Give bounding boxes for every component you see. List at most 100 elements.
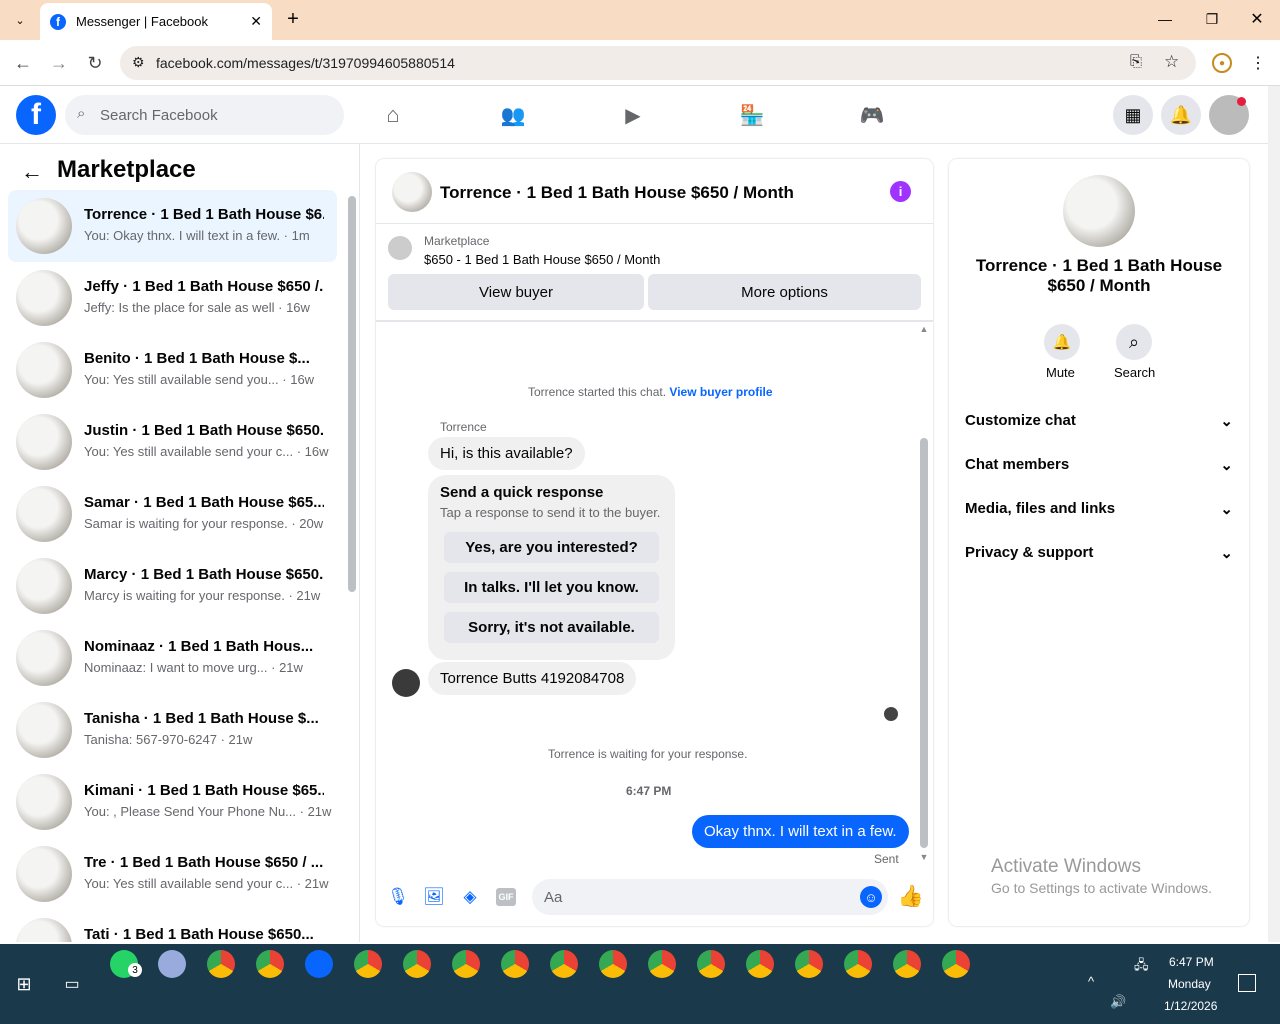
- chrome-window-icon[interactable]: [795, 950, 823, 978]
- chrome-window-icon[interactable]: [648, 950, 676, 978]
- microphone-icon[interactable]: 🎙: [387, 886, 409, 908]
- back-arrow-icon[interactable]: ←: [20, 159, 44, 184]
- more-options-button[interactable]: More options: [648, 274, 921, 310]
- browser-tab[interactable]: f Messenger | Facebook ✕: [40, 3, 272, 40]
- message-bubble[interactable]: Hi, is this available?: [428, 437, 585, 470]
- photo-icon[interactable]: 🖼: [423, 886, 445, 908]
- message-bubble[interactable]: Torrence Butts 4192084708: [428, 662, 637, 695]
- home-icon[interactable]: ⌂: [380, 102, 406, 128]
- my-message-bubble[interactable]: Okay thnx. I will text in a few.: [692, 815, 909, 848]
- page-scrollbar[interactable]: [1268, 86, 1280, 942]
- reload-icon[interactable]: ↻: [84, 52, 106, 74]
- network-icon[interactable]: 🖧: [1134, 956, 1149, 978]
- bookmark-star-icon[interactable]: ☆: [1164, 52, 1179, 72]
- paint-app-icon[interactable]: [158, 950, 186, 978]
- chrome-window-icon[interactable]: [403, 950, 431, 978]
- chat-title[interactable]: Torrence · 1 Bed 1 Bath House $650 / Mon…: [440, 183, 794, 203]
- conversation-item[interactable]: Torrence · 1 Bed 1 Bath House $6... You: …: [8, 190, 337, 262]
- chrome-window-icon[interactable]: [893, 950, 921, 978]
- chevron-down-icon: ⌄: [1220, 457, 1233, 474]
- scroll-down-icon[interactable]: ▼: [918, 851, 930, 863]
- emoji-icon[interactable]: ☺: [860, 886, 882, 908]
- clock-day[interactable]: Monday: [1168, 977, 1211, 991]
- conversation-item[interactable]: Nominaaz · 1 Bed 1 Bath Hous... Nominaaz:…: [8, 622, 337, 694]
- conversation-item[interactable]: Tati · 1 Bed 1 Bath House $650...: [8, 910, 337, 942]
- media-files-section[interactable]: Media, files and links ⌄: [965, 500, 1233, 518]
- clock-date[interactable]: 1/12/2026: [1164, 999, 1217, 1013]
- clock-time[interactable]: 6:47 PM: [1169, 955, 1214, 969]
- chrome-window-icon[interactable]: [746, 950, 774, 978]
- scrollbar[interactable]: [348, 196, 356, 592]
- scroll-up-icon[interactable]: ▲: [918, 323, 930, 335]
- privacy-support-section[interactable]: Privacy & support ⌄: [965, 544, 1233, 562]
- chrome-window-icon[interactable]: [550, 950, 578, 978]
- conversation-item[interactable]: Kimani · 1 Bed 1 Bath House $65... You: ,…: [8, 766, 337, 838]
- info-icon[interactable]: i: [890, 181, 911, 202]
- minimize-icon[interactable]: —: [1155, 8, 1175, 30]
- close-window-icon[interactable]: ✕: [1247, 8, 1267, 30]
- gif-icon[interactable]: GIF: [496, 888, 516, 906]
- notification-center-icon[interactable]: [1238, 974, 1256, 992]
- video-icon[interactable]: ▶: [620, 102, 646, 128]
- conversation-item[interactable]: Tre · 1 Bed 1 Bath House $650 / ... You: …: [8, 838, 337, 910]
- listing-description[interactable]: $650 - 1 Bed 1 Bath House $650 / Month: [424, 252, 660, 267]
- notification-dot: [1237, 97, 1246, 106]
- close-tab-icon[interactable]: ✕: [250, 13, 262, 30]
- search-in-chat-button[interactable]: ⌕: [1116, 324, 1152, 360]
- facebook-logo-icon[interactable]: f: [16, 95, 56, 135]
- chrome-window-icon[interactable]: [207, 950, 235, 978]
- chrome-window-icon[interactable]: [256, 950, 284, 978]
- gaming-icon[interactable]: 🎮: [859, 102, 885, 128]
- chrome-window-icon[interactable]: [501, 950, 529, 978]
- conversation-item[interactable]: Benito · 1 Bed 1 Bath House $... You: Yes…: [8, 334, 337, 406]
- new-tab-icon[interactable]: +: [282, 8, 304, 30]
- chat-avatar[interactable]: [392, 172, 432, 212]
- chrome-window-icon[interactable]: [942, 950, 970, 978]
- profile-icon[interactable]: ●: [1212, 53, 1232, 73]
- notifications-bell-icon[interactable]: 🔔: [1161, 95, 1201, 135]
- chat-members-section[interactable]: Chat members ⌄: [965, 456, 1233, 474]
- view-buyer-button[interactable]: View buyer: [388, 274, 644, 310]
- marketplace-icon[interactable]: 🏪: [739, 102, 765, 128]
- view-buyer-profile-link[interactable]: View buyer profile: [669, 385, 772, 399]
- task-view-icon[interactable]: ▭: [62, 974, 82, 994]
- menu-kebab-icon[interactable]: ⋮: [1248, 52, 1268, 74]
- chrome-window-icon[interactable]: [697, 950, 725, 978]
- friends-icon[interactable]: 👥: [500, 102, 526, 128]
- customize-chat-section[interactable]: Customize chat ⌄: [965, 412, 1233, 430]
- forward-icon[interactable]: →: [48, 52, 70, 74]
- restore-icon[interactable]: ❐: [1202, 9, 1222, 29]
- chat-scrollbar[interactable]: [920, 438, 928, 848]
- quick-reply-button[interactable]: Yes, are you interested?: [444, 532, 659, 563]
- conversation-item[interactable]: Jeffy · 1 Bed 1 Bath House $650 /... Jeff…: [8, 262, 337, 334]
- menu-grid-icon[interactable]: ▦: [1113, 95, 1153, 135]
- volume-icon[interactable]: 🔊: [1110, 994, 1126, 1010]
- tray-chevron-icon[interactable]: ^: [1088, 974, 1094, 989]
- back-icon[interactable]: ←: [12, 52, 34, 74]
- conversation-item[interactable]: Justin · 1 Bed 1 Bath House $650... You: …: [8, 406, 337, 478]
- mute-button[interactable]: 🔔: [1044, 324, 1080, 360]
- conversation-avatar: [16, 918, 72, 942]
- install-icon[interactable]: ⎘: [1130, 53, 1142, 70]
- conversation-item[interactable]: Tanisha · 1 Bed 1 Bath House $... Tanisha…: [8, 694, 337, 766]
- quick-reply-button[interactable]: Sorry, it's not available.: [444, 612, 659, 643]
- chrome-window-icon[interactable]: [354, 950, 382, 978]
- like-thumb-icon[interactable]: 👍: [898, 884, 924, 910]
- chrome-window-icon[interactable]: [844, 950, 872, 978]
- url-field[interactable]: ⚙ facebook.com/messages/t/31970994605880…: [120, 46, 1196, 80]
- facebook-taskbar-icon[interactable]: [305, 950, 333, 978]
- tab-search-icon[interactable]: ⌄: [10, 10, 30, 30]
- conversation-item[interactable]: Marcy · 1 Bed 1 Bath House $650... Marcy …: [8, 550, 337, 622]
- listing-thumbnail[interactable]: [388, 236, 412, 260]
- search-input[interactable]: ⌕ Search Facebook: [65, 95, 344, 135]
- chrome-window-icon[interactable]: [452, 950, 480, 978]
- sticker-icon[interactable]: ◈: [460, 886, 480, 908]
- site-info-icon[interactable]: ⚙: [132, 54, 145, 71]
- chrome-window-icon[interactable]: [599, 950, 627, 978]
- message-input[interactable]: Aa: [532, 879, 888, 915]
- sender-avatar[interactable]: [392, 669, 420, 697]
- info-avatar[interactable]: [1063, 175, 1135, 247]
- windows-start-icon[interactable]: ⊞: [14, 974, 34, 994]
- conversation-item[interactable]: Samar · 1 Bed 1 Bath House $65... Samar i…: [8, 478, 337, 550]
- quick-reply-button[interactable]: In talks. I'll let you know.: [444, 572, 659, 603]
